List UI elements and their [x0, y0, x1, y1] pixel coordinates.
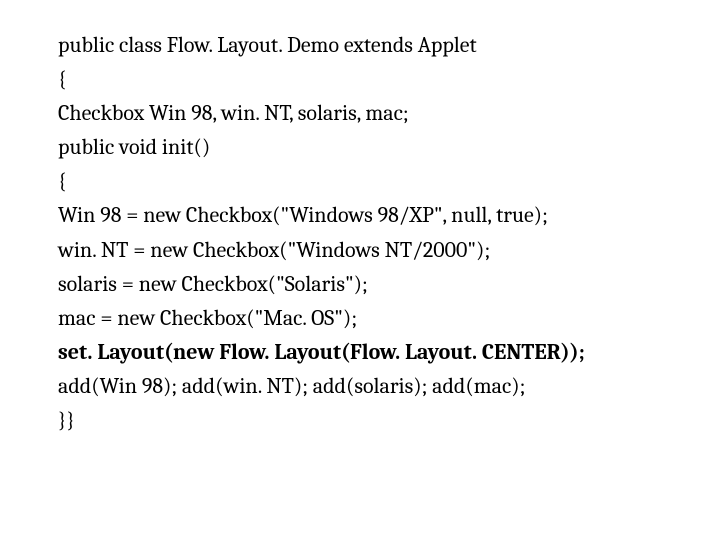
code-line: public class Flow. Layout. Demo extends … [58, 28, 720, 62]
code-line: public void init() [58, 130, 720, 164]
code-line: add(Win 98); add(win. NT); add(solaris);… [58, 369, 720, 403]
code-line: Checkbox Win 98, win. NT, solaris, mac; [58, 96, 720, 130]
code-line: { [58, 164, 720, 198]
code-line-emphasis: set. Layout(new Flow. Layout(Flow. Layou… [58, 335, 720, 369]
code-line: Win 98 = new Checkbox("Windows 98/XP", n… [58, 198, 720, 232]
code-line: solaris = new Checkbox("Solaris"); [58, 267, 720, 301]
code-line: win. NT = new Checkbox("Windows NT/2000"… [58, 233, 720, 267]
code-line: }} [58, 403, 720, 437]
code-line: mac = new Checkbox("Mac. OS"); [58, 301, 720, 335]
code-slide: public class Flow. Layout. Demo extends … [0, 0, 720, 437]
code-line: { [58, 62, 720, 96]
